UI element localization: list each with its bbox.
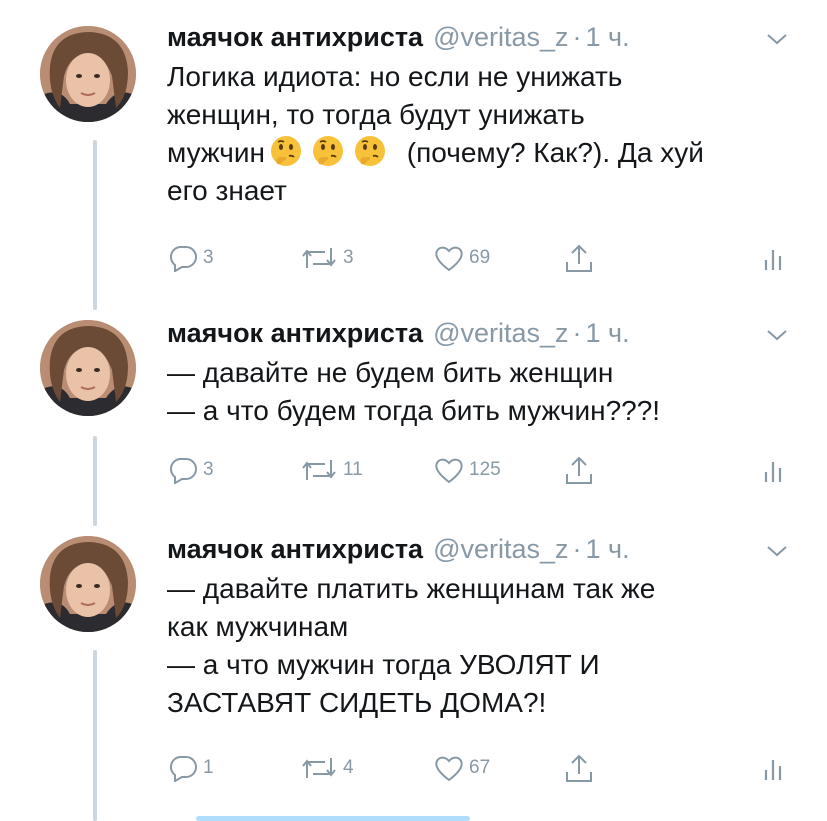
chevron-down-icon[interactable]: [766, 544, 788, 558]
retweet-button[interactable]: 11: [299, 456, 363, 484]
heart-icon: [435, 246, 463, 272]
like-button[interactable]: 125: [433, 456, 501, 484]
reply-count: 3: [203, 247, 214, 268]
avatar[interactable]: [40, 26, 136, 122]
separator-dot: ·: [572, 22, 582, 52]
timestamp[interactable]: 1 ч.: [586, 534, 630, 565]
tweet-line-with-emoji: мужчин (почему? Как?). Да хуй: [167, 134, 787, 172]
like-count: 125: [469, 459, 501, 480]
tweet-actions: 1 4 67: [167, 754, 787, 788]
like-button[interactable]: 69: [433, 244, 490, 272]
reply-icon: [169, 246, 197, 272]
thinking-face-icon: [271, 136, 301, 166]
analytics-button[interactable]: [761, 456, 785, 484]
avatar-image: [40, 320, 136, 416]
tweet-header: маячок антихриста @veritas_z · 1 ч.: [167, 22, 630, 56]
tweet-line: (почему? Как?). Да хуй: [406, 137, 704, 168]
reply-icon: [169, 756, 197, 782]
retweet-count: 11: [343, 459, 363, 480]
separator-dot: ·: [572, 318, 582, 348]
thinking-face-icon: [313, 136, 343, 166]
author-handle[interactable]: @veritas_z: [433, 22, 568, 53]
retweet-icon: [302, 460, 336, 480]
author-name[interactable]: маячок антихриста: [167, 318, 423, 349]
heart-icon: [435, 458, 463, 484]
avatar-image: [40, 26, 136, 122]
analytics-icon: [764, 760, 782, 780]
author-name[interactable]: маячок антихриста: [167, 534, 423, 565]
separator-dot: ·: [572, 534, 582, 564]
avatar[interactable]: [40, 320, 136, 416]
tweet-line: его знает: [167, 175, 287, 206]
retweet-button[interactable]: 3: [299, 244, 354, 272]
author-name[interactable]: маячок антихриста: [167, 22, 423, 53]
share-icon: [566, 244, 592, 272]
tweet-line: — а что мужчин тогда УВОЛЯТ И: [167, 649, 600, 680]
like-button[interactable]: 67: [433, 754, 490, 782]
tweet-line: — давайте не будем бить женщин: [167, 357, 614, 388]
tweet-header: маячок антихриста @veritas_z · 1 ч.: [167, 534, 630, 568]
retweet-button[interactable]: 4: [299, 754, 354, 782]
share-button[interactable]: [563, 456, 595, 486]
share-button[interactable]: [563, 754, 595, 784]
tweet-line: как мужчинам: [167, 611, 349, 642]
analytics-button[interactable]: [761, 754, 785, 782]
share-icon: [566, 456, 592, 484]
reply-button[interactable]: 3: [167, 456, 214, 484]
reply-icon: [169, 458, 197, 484]
like-count: 69: [469, 247, 491, 268]
tweet-actions: 3 11 125: [167, 456, 787, 490]
like-count: 67: [469, 757, 491, 778]
tweet-line: ЗАСТАВЯТ СИДЕТЬ ДОМА?!: [167, 687, 547, 718]
reply-count: 1: [203, 757, 214, 778]
tweet-header: маячок антихриста @veritas_z · 1 ч.: [167, 318, 630, 352]
chevron-down-icon[interactable]: [766, 328, 788, 342]
analytics-button[interactable]: [761, 244, 785, 272]
tweet-line: Логика идиота: но если не унижать: [167, 61, 623, 92]
analytics-icon: [764, 462, 782, 482]
chevron-down-icon[interactable]: [766, 32, 788, 46]
tweet[interactable]: маячок антихриста @veritas_z · 1 ч. — да…: [0, 534, 827, 804]
tweet[interactable]: маячок антихриста @veritas_z · 1 ч. — да…: [0, 318, 827, 498]
reply-button[interactable]: 3: [167, 244, 214, 272]
reply-button[interactable]: 1: [167, 754, 214, 782]
analytics-icon: [764, 250, 782, 270]
timestamp[interactable]: 1 ч.: [586, 318, 630, 349]
tweet-line: женщин, то тогда будут унижать: [167, 99, 585, 130]
retweet-icon: [302, 248, 336, 268]
author-handle[interactable]: @veritas_z: [433, 318, 568, 349]
tweet-text: — давайте не будем бить женщин — а что б…: [167, 354, 787, 430]
tweet-line: — давайте платить женщинам так же: [167, 573, 656, 604]
bottom-edge-bar: [196, 816, 470, 821]
tweet-text: Логика идиота: но если не унижать женщин…: [167, 58, 787, 210]
retweet-count: 3: [343, 247, 354, 268]
reply-count: 3: [203, 459, 214, 480]
tweet-line: мужчин: [167, 137, 265, 168]
avatar-image: [40, 536, 136, 632]
share-button[interactable]: [563, 244, 595, 274]
timestamp[interactable]: 1 ч.: [586, 22, 630, 53]
share-icon: [566, 754, 592, 782]
retweet-icon: [302, 758, 336, 778]
thinking-face-icon: [355, 136, 385, 166]
tweet-line: — а что будем тогда бить мужчин???!: [167, 395, 661, 426]
author-handle[interactable]: @veritas_z: [433, 534, 568, 565]
tweet-actions: 3 3 69: [167, 244, 787, 278]
tweet-text: — давайте платить женщинам так же как му…: [167, 570, 787, 722]
tweet[interactable]: маячок антихриста @veritas_z · 1 ч. Логи…: [0, 22, 827, 292]
avatar[interactable]: [40, 536, 136, 632]
heart-icon: [435, 756, 463, 782]
retweet-count: 4: [343, 757, 354, 778]
